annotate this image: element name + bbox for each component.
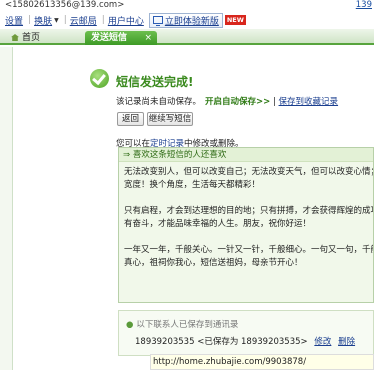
back-button[interactable]: 返回: [117, 112, 144, 126]
continue-writing-button[interactable]: 继续写短信: [147, 112, 193, 126]
chevron-down-icon[interactable]: ▼: [54, 17, 59, 24]
contact-saved-as: <已保存为 18939203535>: [197, 337, 308, 347]
status-bar-url: http://home.zhubajie.com/9903878/: [150, 354, 374, 370]
account-email: <15802613356@139.com>: [5, 0, 125, 10]
bullet-icon: ●: [126, 320, 134, 330]
edit-contact-link[interactable]: 修改: [314, 337, 331, 347]
recommended-sms-list: 无法改变别人，但可以改变自己；无法改变天气，但可以改变心情；无法改 宽度！换个角…: [119, 162, 373, 287]
sms-item[interactable]: 一年又一年，千般关心。一针又一针，千般细心。一句又一句，千般耐心。 真心，祖祠你…: [124, 244, 373, 270]
auto-save-link[interactable]: 开启自动保存>>: [205, 97, 270, 107]
tab-strip: 首页 发送短信 ×: [0, 29, 374, 45]
home-icon: [11, 34, 19, 41]
save-to-favorites-link[interactable]: 保存到收藏记录: [279, 97, 339, 107]
tab-home-label: 首页: [22, 33, 41, 43]
contact-row: 18939203535 <已保存为 18939203535> 修改 删除: [135, 335, 355, 347]
tab-send-sms[interactable]: 发送短信 ×: [85, 31, 157, 45]
main-content: 短信发送完成! 该记录尚未自动保存。 开启自动保存>> | 保存到收藏记录 返回 …: [14, 47, 374, 370]
saved-contacts-heading: ● 以下联系人已保存到通讯录: [126, 320, 239, 330]
recommended-sms-heading: ⇒ 喜欢这条短信的人还喜欢: [119, 148, 373, 162]
skin-link[interactable]: 换肤: [34, 14, 52, 27]
save-status: 该记录尚未自动保存。 开启自动保存>> | 保存到收藏记录: [116, 97, 339, 107]
top-nav: 设置 | 换肤 ▼ | 云邮局 | 用户中心 立即体验新版 NEW: [0, 11, 374, 29]
sms-item[interactable]: 只有启程，才会到达理想的目的地；只有拼搏，才会获得辉煌的成功；只有 有奋斗，才能…: [124, 205, 373, 231]
try-new-version-button[interactable]: 立即体验新版: [148, 12, 223, 28]
recommended-sms-box: ⇒ 喜欢这条短信的人还喜欢 无法改变别人，但可以改变自己；无法改变天气，但可以改…: [118, 147, 374, 303]
success-check-icon: [90, 69, 109, 88]
new-badge: NEW: [224, 15, 246, 25]
close-icon[interactable]: ×: [144, 31, 152, 45]
sms-item[interactable]: 无法改变别人，但可以改变自己；无法改变天气，但可以改变心情；无法改 宽度！换个角…: [124, 166, 373, 192]
saved-contacts-box: ● 以下联系人已保存到通讯录 18939203535 <已保存为 18939203…: [118, 310, 374, 356]
user-center-link[interactable]: 用户中心: [108, 14, 144, 27]
not-saved-text: 该记录尚未自动保存。: [116, 97, 202, 107]
cloud-mail-link[interactable]: 云邮局: [70, 14, 97, 27]
delete-contact-link[interactable]: 删除: [338, 337, 355, 347]
top-right-link[interactable]: 139: [356, 0, 372, 11]
left-sidebar: [0, 47, 13, 370]
tab-home[interactable]: 首页: [9, 31, 82, 45]
settings-link[interactable]: 设置: [5, 14, 23, 27]
tab-send-sms-label: 发送短信: [91, 33, 128, 43]
try-new-version-label: 立即体验新版: [164, 16, 219, 27]
top-account-bar: <15802613356@139.com> 139: [0, 0, 374, 11]
monitor-icon: [152, 16, 163, 26]
page-title: 短信发送完成!: [116, 75, 194, 89]
contact-number: 18939203535: [135, 337, 195, 347]
